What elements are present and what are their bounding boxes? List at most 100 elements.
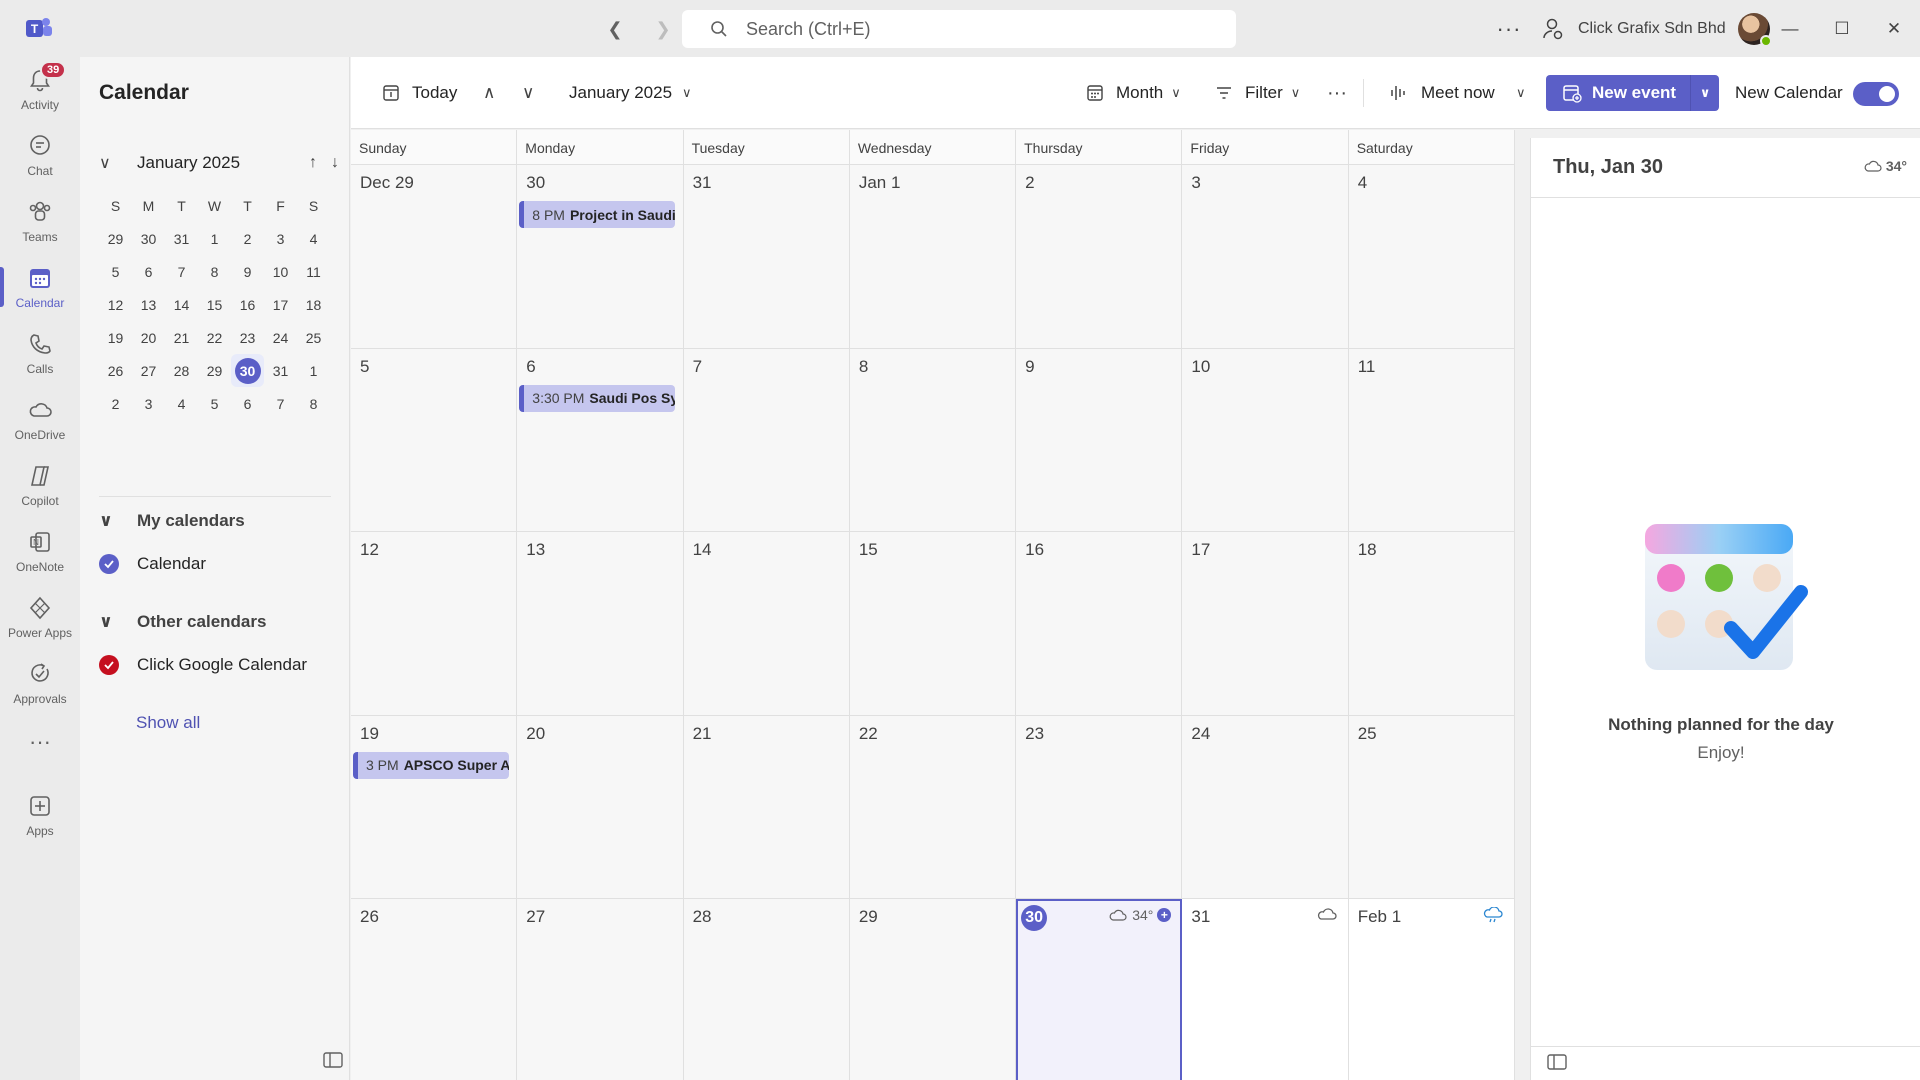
mini-day[interactable]: 10 bbox=[264, 255, 297, 288]
filter-button[interactable]: Filter ∨ bbox=[1215, 57, 1300, 129]
checkmark-icon[interactable] bbox=[99, 554, 119, 574]
day-cell[interactable]: 16 bbox=[1016, 532, 1183, 715]
day-cell[interactable]: 15 bbox=[849, 532, 1017, 715]
mini-day[interactable]: 27 bbox=[132, 354, 165, 387]
day-cell[interactable]: 9 bbox=[1016, 348, 1183, 531]
checkmark-icon[interactable] bbox=[99, 655, 119, 675]
more-options-button[interactable]: ··· bbox=[1494, 16, 1524, 42]
day-cell[interactable]: 30 34° + bbox=[1016, 899, 1183, 1080]
mini-day[interactable]: 18 bbox=[297, 288, 330, 321]
rail-item-chat[interactable]: Chat bbox=[0, 123, 80, 187]
mini-day[interactable]: 30 bbox=[132, 222, 165, 255]
day-cell[interactable]: 2 bbox=[1016, 165, 1183, 348]
calendar-event[interactable]: 3:30 PMSaudi Pos Sys bbox=[519, 384, 676, 412]
mini-day[interactable]: 31 bbox=[264, 354, 297, 387]
maximize-button[interactable]: ☐ bbox=[1816, 0, 1868, 57]
today-button[interactable]: Today bbox=[382, 57, 457, 129]
mini-day[interactable]: 28 bbox=[165, 354, 198, 387]
day-cell[interactable]: 22 bbox=[849, 715, 1017, 898]
mini-day[interactable]: 30 bbox=[231, 354, 264, 387]
search-input[interactable]: Search (Ctrl+E) bbox=[682, 10, 1236, 48]
day-cell[interactable]: 14 bbox=[683, 532, 850, 715]
expand-pane-icon[interactable] bbox=[1547, 1054, 1567, 1075]
new-calendar-toggle[interactable] bbox=[1853, 82, 1899, 106]
mini-day[interactable]: 2 bbox=[231, 222, 264, 255]
new-event-dropdown-icon[interactable]: ∨ bbox=[1691, 75, 1719, 111]
calendar-event[interactable]: 8 PM Project in Saudi bbox=[519, 201, 676, 228]
day-cell[interactable]: 28 bbox=[683, 899, 850, 1080]
day-cell[interactable]: 5 bbox=[351, 348, 518, 531]
day-cell[interactable]: 7 bbox=[683, 348, 850, 531]
mini-day[interactable]: 23 bbox=[231, 321, 264, 354]
back-arrow-icon[interactable]: ❮ bbox=[600, 14, 630, 44]
day-cell[interactable]: Dec 29 bbox=[351, 165, 518, 348]
day-cell[interactable]: 31 bbox=[1182, 899, 1349, 1080]
rail-item-approvals[interactable]: Approvals bbox=[0, 651, 80, 715]
mini-day[interactable]: 19 bbox=[99, 321, 132, 354]
toolbar-more-button[interactable]: ··· bbox=[1327, 57, 1347, 129]
rail-item-teams[interactable]: Teams bbox=[0, 189, 80, 253]
add-event-icon[interactable]: + bbox=[1157, 908, 1172, 922]
people-settings-icon[interactable] bbox=[1538, 14, 1568, 44]
mini-day[interactable]: 5 bbox=[198, 387, 231, 420]
mini-day[interactable]: 31 bbox=[165, 222, 198, 255]
mini-day[interactable]: 13 bbox=[132, 288, 165, 321]
mini-day[interactable]: 11 bbox=[297, 255, 330, 288]
day-cell[interactable]: 20 bbox=[517, 715, 684, 898]
view-switcher-button[interactable]: Month ∨ bbox=[1086, 57, 1181, 129]
day-cell[interactable]: 21 bbox=[683, 715, 850, 898]
forward-arrow-icon[interactable]: ❯ bbox=[648, 14, 678, 44]
day-cell[interactable]: 13 bbox=[517, 532, 684, 715]
mini-day[interactable]: 7 bbox=[165, 255, 198, 288]
mini-day[interactable]: 9 bbox=[231, 255, 264, 288]
day-cell[interactable]: 3 bbox=[1182, 165, 1349, 348]
mini-day[interactable]: 8 bbox=[297, 387, 330, 420]
day-cell[interactable]: 31 bbox=[683, 165, 850, 348]
mini-day[interactable]: 29 bbox=[198, 354, 231, 387]
collapse-pane-icon[interactable] bbox=[323, 1052, 343, 1073]
rail-item-onedrive[interactable]: OneDrive bbox=[0, 387, 80, 451]
mini-day[interactable]: 7 bbox=[264, 387, 297, 420]
mini-day[interactable]: 16 bbox=[231, 288, 264, 321]
rail-item-calls[interactable]: Calls bbox=[0, 321, 80, 385]
mini-day[interactable]: 1 bbox=[297, 354, 330, 387]
mini-day[interactable]: 12 bbox=[99, 288, 132, 321]
mini-day[interactable]: 15 bbox=[198, 288, 231, 321]
mini-day[interactable]: 14 bbox=[165, 288, 198, 321]
calendar-item-other[interactable]: Click Google Calendar bbox=[99, 655, 307, 675]
month-picker-button[interactable]: January 2025 ∨ bbox=[569, 57, 692, 129]
day-cell[interactable]: 10 bbox=[1182, 348, 1349, 531]
chevron-up-icon[interactable]: ∧ bbox=[483, 57, 495, 129]
rail-item-copilot[interactable]: Copilot bbox=[0, 453, 80, 517]
arrow-down-icon[interactable]: ↓ bbox=[331, 154, 339, 172]
mini-day[interactable]: 21 bbox=[165, 321, 198, 354]
mini-day[interactable]: 2 bbox=[99, 387, 132, 420]
rail-item-activity[interactable]: 39 Activity bbox=[0, 57, 80, 121]
day-cell[interactable]: 24 bbox=[1182, 715, 1349, 898]
meet-now-chevron-icon[interactable]: ∨ bbox=[1516, 57, 1526, 129]
mini-day[interactable]: 1 bbox=[198, 222, 231, 255]
mini-day[interactable]: 24 bbox=[264, 321, 297, 354]
mini-day[interactable]: 3 bbox=[132, 387, 165, 420]
mini-day[interactable]: 5 bbox=[99, 255, 132, 288]
day-cell[interactable]: 23 bbox=[1016, 715, 1183, 898]
day-cell[interactable]: 6 3:30 PMSaudi Pos Sys bbox=[517, 348, 684, 531]
day-cell[interactable]: 30 8 PM Project in Saudi bbox=[517, 165, 684, 348]
day-cell[interactable]: 19 3 PM APSCO Super Ap bbox=[351, 715, 518, 898]
day-cell[interactable]: 27 bbox=[517, 899, 684, 1080]
mini-day[interactable]: 4 bbox=[165, 387, 198, 420]
mini-calendar-month[interactable]: January 2025 bbox=[137, 153, 240, 173]
my-calendars-header[interactable]: ∨ My calendars bbox=[99, 511, 245, 531]
mini-day[interactable]: 22 bbox=[198, 321, 231, 354]
close-button[interactable]: ✕ bbox=[1868, 0, 1920, 57]
mini-day[interactable]: 6 bbox=[231, 387, 264, 420]
day-cell[interactable]: Feb 1 bbox=[1348, 899, 1515, 1080]
mini-day[interactable]: 4 bbox=[297, 222, 330, 255]
chevron-down-icon[interactable]: ∨ bbox=[522, 57, 534, 129]
mini-day[interactable]: 8 bbox=[198, 255, 231, 288]
new-event-button[interactable]: New event ∨ bbox=[1546, 75, 1720, 111]
show-all-link[interactable]: Show all bbox=[136, 713, 200, 733]
mini-day[interactable]: 20 bbox=[132, 321, 165, 354]
day-cell[interactable]: Jan 1 bbox=[849, 165, 1017, 348]
other-calendars-header[interactable]: ∨ Other calendars bbox=[99, 612, 266, 632]
